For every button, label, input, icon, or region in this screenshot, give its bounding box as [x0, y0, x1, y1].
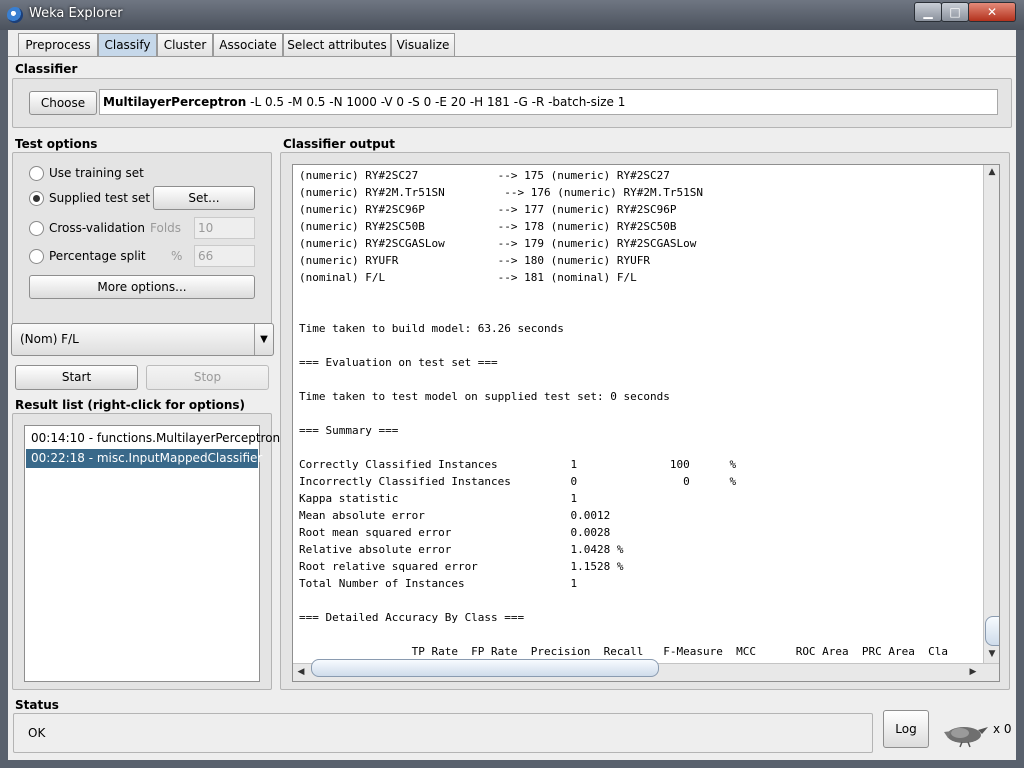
status-bar: OK: [13, 713, 873, 753]
stop-button[interactable]: Stop: [146, 365, 269, 390]
class-attribute-value: (Nom) F/L: [20, 332, 79, 346]
weka-bird-icon[interactable]: [938, 718, 990, 748]
scroll-up-icon[interactable]: ▲: [984, 167, 999, 177]
folds-input[interactable]: 10: [194, 217, 255, 239]
tab-select-attributes[interactable]: Select attributes: [283, 33, 391, 56]
vertical-scrollbar[interactable]: ▲ ▼: [983, 165, 999, 663]
classifier-output-textarea[interactable]: (numeric) RY#2SC27 --> 175 (numeric) RY#…: [292, 164, 1000, 682]
choose-classifier-button[interactable]: Choose: [29, 91, 97, 115]
class-attribute-select[interactable]: (Nom) F/L ▼: [11, 323, 274, 356]
folds-label: Folds: [150, 221, 182, 235]
classifier-panel: Choose MultilayerPerceptron -L 0.5 -M 0.…: [12, 78, 1012, 128]
scroll-right-icon[interactable]: ▶: [967, 667, 979, 677]
log-button[interactable]: Log: [883, 710, 929, 748]
percent-input[interactable]: 66: [194, 245, 255, 267]
tab-divider: [8, 56, 1016, 57]
more-options-button[interactable]: More options...: [29, 275, 255, 299]
cross-validation-radio[interactable]: [29, 221, 44, 236]
scroll-left-icon[interactable]: ◀: [295, 667, 307, 677]
classifier-output-text: (numeric) RY#2SC27 --> 175 (numeric) RY#…: [299, 169, 949, 658]
weka-app-icon: [7, 7, 23, 23]
tab-preprocess[interactable]: Preprocess: [18, 33, 98, 56]
horizontal-scrollbar[interactable]: ◀ ▶: [293, 659, 999, 681]
result-list[interactable]: 00:14:10 - functions.MultilayerPerceptro…: [24, 425, 280, 682]
classifier-config-field[interactable]: MultilayerPerceptron -L 0.5 -M 0.5 -N 10…: [99, 89, 998, 115]
classifier-options: -L 0.5 -M 0.5 -N 1000 -V 0 -S 0 -E 20 -H…: [246, 95, 626, 109]
explorer-content: Preprocess Classify Cluster Associate Se…: [8, 30, 1016, 760]
tab-cluster[interactable]: Cluster: [157, 33, 213, 56]
scroll-down-icon[interactable]: ▼: [984, 649, 999, 659]
percent-label: %: [171, 249, 183, 263]
supplied-test-set-radio[interactable]: [29, 191, 44, 206]
minimize-icon: ▁: [923, 5, 933, 19]
tab-classify[interactable]: Classify: [98, 33, 157, 57]
maximize-button[interactable]: □: [941, 2, 969, 22]
classifier-output-section-label: Classifier output: [283, 137, 395, 151]
test-options-panel: Use training set Supplied test set Set..…: [12, 152, 272, 342]
task-count: x 0: [993, 722, 1012, 736]
maximize-icon: □: [949, 5, 961, 19]
cross-validation-label: Cross-validation: [49, 221, 145, 235]
classifier-output-panel: (numeric) RY#2SC27 --> 175 (numeric) RY#…: [280, 152, 1010, 690]
supplied-test-set-label: Supplied test set: [49, 191, 151, 205]
title-bar[interactable]: Weka Explorer ▁ □ ✕: [0, 0, 1024, 30]
horizontal-scroll-thumb[interactable]: [311, 659, 659, 677]
list-item[interactable]: 00:14:10 - functions.MultilayerPerceptro…: [26, 429, 280, 448]
status-message: OK: [28, 726, 46, 740]
use-training-set-label: Use training set: [49, 166, 144, 180]
percentage-split-label: Percentage split: [49, 249, 146, 263]
close-icon: ✕: [986, 5, 998, 19]
tab-associate[interactable]: Associate: [213, 33, 283, 56]
chevron-down-icon: ▼: [254, 324, 273, 355]
test-options-section-label: Test options: [15, 137, 98, 151]
close-button[interactable]: ✕: [968, 2, 1016, 22]
window-title: Weka Explorer: [29, 6, 123, 21]
vertical-scroll-thumb[interactable]: [985, 616, 999, 646]
use-training-set-radio[interactable]: [29, 166, 44, 181]
set-test-set-button[interactable]: Set...: [153, 186, 255, 210]
percentage-split-radio[interactable]: [29, 249, 44, 264]
result-list-panel: 00:14:10 - functions.MultilayerPerceptro…: [12, 413, 280, 690]
classifier-section-label: Classifier: [15, 62, 78, 76]
weka-explorer-window: Weka Explorer ▁ □ ✕ Preprocess Classify …: [0, 0, 1024, 768]
list-item[interactable]: 00:22:18 - misc.InputMappedClassifier: [26, 449, 262, 468]
status-section-label: Status: [15, 698, 59, 712]
minimize-button[interactable]: ▁: [914, 2, 942, 22]
result-list-section-label: Result list (right-click for options): [15, 398, 246, 412]
tab-visualize[interactable]: Visualize: [391, 33, 455, 56]
classifier-name: MultilayerPerceptron: [103, 95, 247, 109]
start-button[interactable]: Start: [15, 365, 138, 390]
